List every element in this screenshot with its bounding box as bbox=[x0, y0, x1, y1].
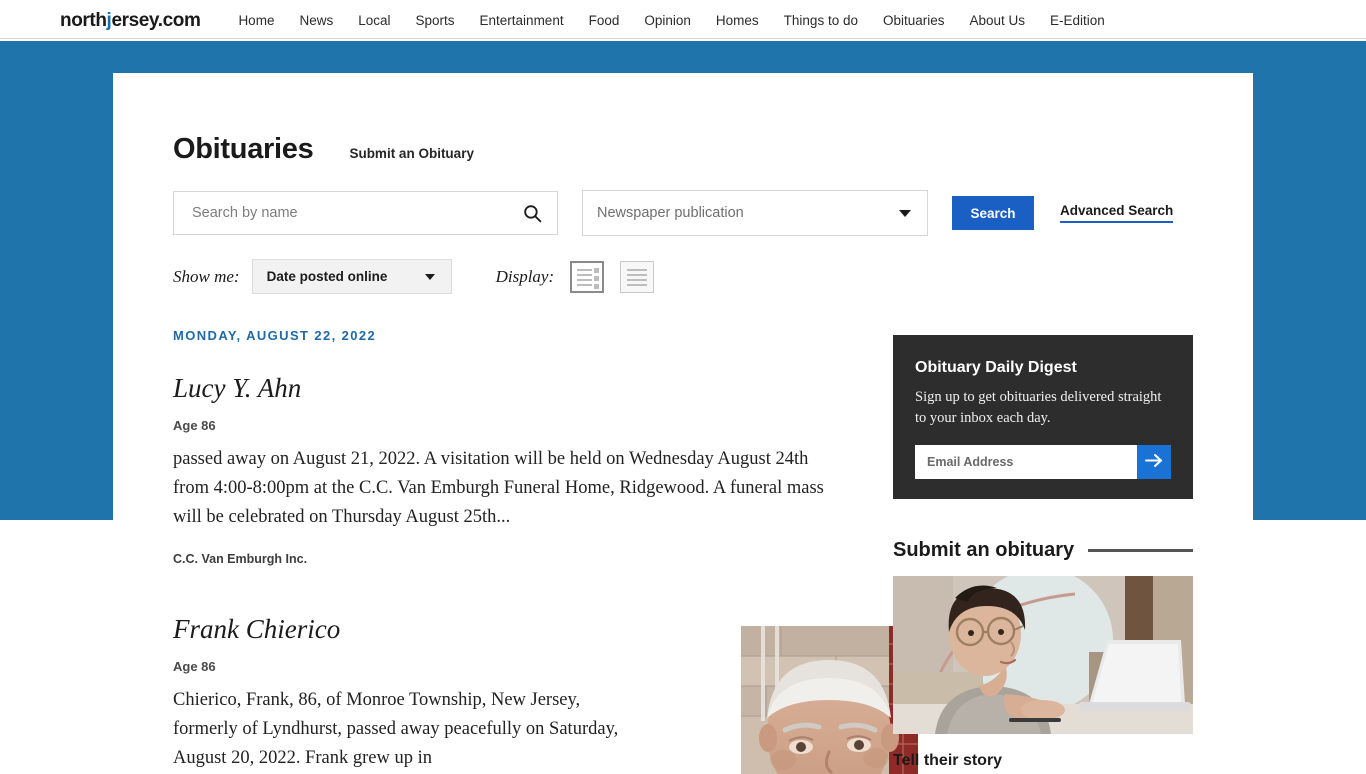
site-header: northjersey.com Home News Local Sports E… bbox=[0, 0, 1366, 41]
site-logo[interactable]: northjersey.com bbox=[60, 9, 201, 32]
publication-select-value: Newspaper publication bbox=[597, 205, 744, 221]
nav-item-home[interactable]: Home bbox=[238, 13, 274, 28]
nav-item-food[interactable]: Food bbox=[589, 13, 620, 28]
nav-item-sports[interactable]: Sports bbox=[416, 13, 455, 28]
search-button[interactable]: Search bbox=[952, 196, 1034, 230]
nav-item-things-to-do[interactable]: Things to do bbox=[784, 13, 858, 28]
obituary-age: Age 86 bbox=[173, 418, 216, 433]
chevron-down-icon bbox=[899, 210, 911, 217]
email-field[interactable] bbox=[915, 445, 1137, 479]
search-controls: Newspaper publication Search Advanced Se… bbox=[173, 190, 1174, 236]
nav-item-about-us[interactable]: About Us bbox=[970, 13, 1026, 28]
digest-description: Sign up to get obituaries delivered stra… bbox=[915, 389, 1162, 426]
publication-select[interactable]: Newspaper publication bbox=[582, 190, 928, 236]
site-logo-text: northjersey.com bbox=[60, 9, 201, 31]
nav-item-e-edition[interactable]: E-Edition bbox=[1050, 13, 1105, 28]
nav-item-homes[interactable]: Homes bbox=[716, 13, 759, 28]
heading-rule bbox=[1088, 549, 1193, 552]
digest-signup-form bbox=[915, 445, 1171, 479]
search-icon[interactable] bbox=[522, 203, 543, 224]
nav-item-entertainment[interactable]: Entertainment bbox=[480, 13, 564, 28]
obituary-excerpt: passed away on August 21, 2022. A visita… bbox=[173, 449, 824, 527]
obituary-entry: Frank Chierico Age 86 Chierico, Frank, 8… bbox=[173, 614, 918, 774]
filter-controls: Show me: Date posted online Display: bbox=[173, 259, 655, 294]
show-me-label: Show me: bbox=[173, 266, 240, 286]
obituary-portrait-photo[interactable] bbox=[741, 626, 918, 774]
submit-obituary-heading-group: Submit an obituary bbox=[893, 539, 1193, 562]
header-divider bbox=[0, 38, 1366, 39]
obituary-name[interactable]: Frank Chierico bbox=[173, 614, 833, 645]
display-grid-view-button[interactable] bbox=[570, 260, 605, 293]
obituary-name[interactable]: Lucy Y. Ahn bbox=[173, 373, 833, 404]
submit-obituary-photo[interactable] bbox=[893, 576, 1193, 734]
display-list-view-button[interactable] bbox=[620, 260, 655, 293]
obituary-entry: Lucy Y. Ahn Age 86 passed away on August… bbox=[173, 373, 833, 566]
main-navigation: Home News Local Sports Entertainment Foo… bbox=[238, 13, 1104, 28]
date-heading: MONDAY, AUGUST 22, 2022 bbox=[173, 328, 377, 343]
digest-submit-button[interactable] bbox=[1137, 445, 1171, 479]
nav-item-local[interactable]: Local bbox=[358, 13, 390, 28]
chevron-down-icon bbox=[424, 274, 435, 280]
display-label: Display: bbox=[495, 266, 555, 286]
submit-obituary-link[interactable]: Submit an Obituary bbox=[349, 146, 474, 161]
page-heading-group: Obituaries Submit an Obituary bbox=[173, 133, 474, 166]
sort-select[interactable]: Date posted online bbox=[251, 259, 452, 294]
search-name-box bbox=[173, 191, 558, 235]
sidebar: Obituary Daily Digest Sign up to get obi… bbox=[893, 335, 1193, 770]
advanced-search-link[interactable]: Advanced Search bbox=[1060, 203, 1174, 223]
obituary-age: Age 86 bbox=[173, 659, 216, 674]
arrow-right-icon bbox=[1144, 453, 1164, 471]
search-input[interactable] bbox=[190, 193, 520, 233]
obituary-funeral-home: C.C. Van Emburgh Inc. bbox=[173, 552, 308, 566]
submit-obituary-caption[interactable]: Tell their story bbox=[893, 752, 1193, 770]
obituary-excerpt: Chierico, Frank, 86, of Monroe Township,… bbox=[173, 690, 619, 768]
page-title: Obituaries bbox=[173, 133, 314, 165]
obituary-list: MONDAY, AUGUST 22, 2022 Lucy Y. Ahn Age … bbox=[173, 328, 918, 774]
sort-select-value: Date posted online bbox=[266, 269, 388, 284]
digest-title: Obituary Daily Digest bbox=[915, 359, 1077, 376]
submit-obituary-heading: Submit an obituary bbox=[893, 539, 1075, 561]
nav-item-opinion[interactable]: Opinion bbox=[644, 13, 691, 28]
nav-item-news[interactable]: News bbox=[299, 13, 333, 28]
obituary-daily-digest-box: Obituary Daily Digest Sign up to get obi… bbox=[893, 335, 1193, 499]
nav-item-obituaries[interactable]: Obituaries bbox=[883, 13, 945, 28]
content-card: Obituaries Submit an Obituary Newspaper … bbox=[113, 73, 1253, 774]
